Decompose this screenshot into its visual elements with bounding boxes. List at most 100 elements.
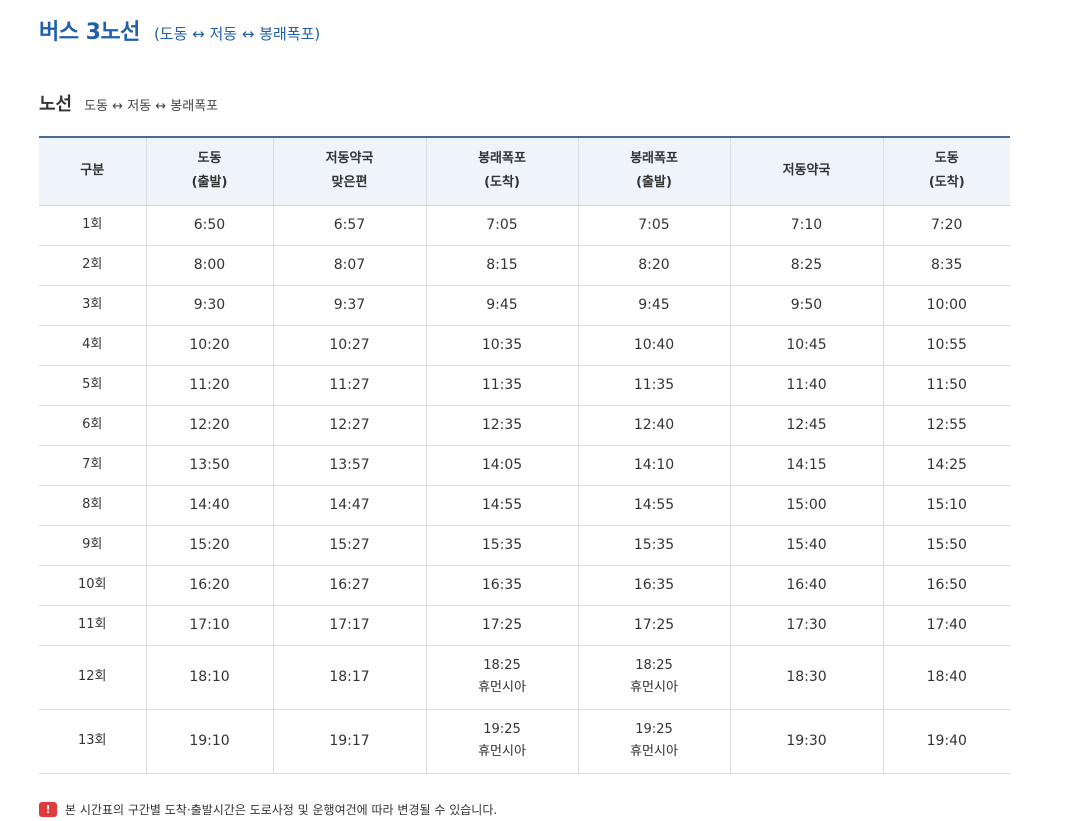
time-cell: 8:35: [882, 245, 1010, 286]
run-cell: 9회: [39, 525, 146, 566]
table-row: 3회 9:30 9:37 9:45 9:45 9:50 10:00: [39, 285, 1010, 326]
time-cell: 16:40: [729, 565, 883, 606]
notice: ! 본 시간표의 구간별 도착·출발시간은 도로사정 및 운행여건에 따라 변경…: [39, 801, 497, 818]
table-row: 9회 15:20 15:27 15:35 15:35 15:40 15:50: [39, 525, 1010, 566]
run-cell: 12회: [39, 645, 146, 710]
table-row: 2회 8:00 8:07 8:15 8:20 8:25 8:35: [39, 245, 1010, 286]
header-line2: (출발): [636, 175, 672, 191]
time-cell: 7:10: [729, 205, 883, 246]
time-cell: 9:37: [272, 285, 426, 326]
time-cell: 9:45: [425, 285, 578, 326]
stop-note: 휴먼시아: [630, 744, 678, 759]
run-cell: 2회: [39, 245, 146, 286]
time-cell: 10:20: [145, 325, 273, 366]
page-header: 버스 3노선 (도동 ↔ 저동 ↔ 봉래폭포): [39, 14, 320, 46]
time-value: 19:25: [483, 722, 521, 737]
time-cell: 9:30: [145, 285, 273, 326]
time-cell: 11:40: [729, 365, 883, 406]
time-cell: 14:47: [272, 485, 426, 526]
time-cell: 19:40: [882, 709, 1010, 774]
time-cell: 12:40: [577, 405, 730, 446]
header-run: 구분: [39, 136, 146, 206]
time-cell: 18:10: [145, 645, 273, 710]
header-line2: 맞은편: [331, 175, 368, 191]
run-cell: 4회: [39, 325, 146, 366]
stop-note: 휴먼시아: [630, 680, 678, 695]
table-row: 7회 13:50 13:57 14:05 14:10 14:15 14:25: [39, 445, 1010, 486]
time-cell: 9:45: [577, 285, 730, 326]
time-cell: 15:40: [729, 525, 883, 566]
time-cell: 11:20: [145, 365, 273, 406]
time-cell: 17:25: [425, 605, 578, 646]
time-cell: 7:20: [882, 205, 1010, 246]
run-cell: 10회: [39, 565, 146, 606]
time-value: 18:25: [635, 658, 673, 673]
header-bongnae-falls-departure: 봉래폭포 (출발): [577, 136, 730, 206]
time-cell: 10:40: [577, 325, 730, 366]
header-run-line1: 구분: [80, 163, 105, 179]
timetable-body: 1회 6:50 6:57 7:05 7:05 7:10 7:20 2회 8:00 8:07 8:15…: [39, 205, 1010, 774]
header-line2: (도착): [928, 175, 965, 191]
time-cell: 12:55: [882, 405, 1010, 446]
time-cell: 15:10: [882, 485, 1010, 526]
header-line1: 저동약국: [782, 163, 831, 179]
notice-text: 본 시간표의 구간별 도착·출발시간은 도로사정 및 운행여건에 따라 변경될 …: [65, 803, 498, 817]
time-cell: 15:00: [729, 485, 883, 526]
time-value: 19:25: [635, 722, 673, 737]
time-cell: 18:17: [272, 645, 426, 710]
time-cell: 15:27: [272, 525, 426, 566]
time-cell: 15:20: [145, 525, 273, 566]
time-cell: 17:17: [272, 605, 426, 646]
time-cell: 7:05: [425, 205, 578, 246]
time-cell: 11:50: [882, 365, 1010, 406]
timetable-header: 구분 도동 (출발) 저동약국 맞은편 봉래폭포 (도착) 봉래폭포 (출발): [39, 136, 1010, 206]
run-cell: 13회: [39, 709, 146, 774]
time-cell: 19:30: [729, 709, 883, 774]
run-cell: 1회: [39, 205, 146, 246]
header-bongnae-falls-arrival: 봉래폭포 (도착): [425, 136, 578, 206]
table-row: 6회 12:20 12:27 12:35 12:40 12:45 12:55: [39, 405, 1010, 446]
header-line1: 저동약국: [325, 151, 374, 167]
time-cell: 18:25 휴먼시아: [577, 645, 730, 710]
time-cell: 16:27: [272, 565, 426, 606]
time-cell: 17:25: [577, 605, 730, 646]
section-route: 도동 ↔ 저동 ↔ 봉래폭포: [84, 99, 219, 114]
table-row: 12회 18:10 18:17 18:25 휴먼시아 18:25 휴먼시아 18:30 18:4…: [39, 645, 1010, 710]
table-row: 8회 14:40 14:47 14:55 14:55 15:00 15:10: [39, 485, 1010, 526]
header-line2: (출발): [191, 175, 228, 191]
time-cell: 18:25 휴먼시아: [425, 645, 578, 710]
time-cell: 15:50: [882, 525, 1010, 566]
run-cell: 3회: [39, 285, 146, 326]
header-line1: 봉래폭포: [630, 151, 678, 167]
time-cell: 12:20: [145, 405, 273, 446]
time-cell: 14:40: [145, 485, 273, 526]
time-cell: 10:35: [425, 325, 578, 366]
header-row: 구분 도동 (출발) 저동약국 맞은편 봉래폭포 (도착) 봉래폭포 (출발): [39, 136, 1010, 206]
time-cell: 11:35: [577, 365, 730, 406]
time-cell: 8:07: [272, 245, 426, 286]
timetable-page: 버스 3노선 (도동 ↔ 저동 ↔ 봉래폭포) 노선 도동 ↔ 저동 ↔ 봉래폭…: [0, 0, 1076, 821]
time-cell: 17:40: [882, 605, 1010, 646]
route-section-header: 노선 도동 ↔ 저동 ↔ 봉래폭포: [39, 90, 218, 116]
page-title: 버스 3노선: [39, 20, 140, 45]
time-cell: 10:27: [272, 325, 426, 366]
time-cell: 18:30: [729, 645, 883, 710]
run-cell: 8회: [39, 485, 146, 526]
time-cell: 12:45: [729, 405, 883, 446]
time-cell: 13:50: [145, 445, 273, 486]
time-cell: 11:35: [425, 365, 578, 406]
time-cell: 9:50: [729, 285, 883, 326]
time-cell: 14:55: [425, 485, 578, 526]
time-cell: 16:35: [425, 565, 578, 606]
time-cell: 14:25: [882, 445, 1010, 486]
time-cell: 19:17: [272, 709, 426, 774]
time-cell: 19:25 휴먼시아: [425, 709, 578, 774]
time-cell: 12:27: [272, 405, 426, 446]
header-line1: 도동: [197, 151, 222, 167]
time-cell: 8:00: [145, 245, 273, 286]
run-cell: 6회: [39, 405, 146, 446]
time-cell: 14:55: [577, 485, 730, 526]
table-row: 4회 10:20 10:27 10:35 10:40 10:45 10:55: [39, 325, 1010, 366]
time-cell: 19:25 휴먼시아: [577, 709, 730, 774]
time-cell: 13:57: [272, 445, 426, 486]
